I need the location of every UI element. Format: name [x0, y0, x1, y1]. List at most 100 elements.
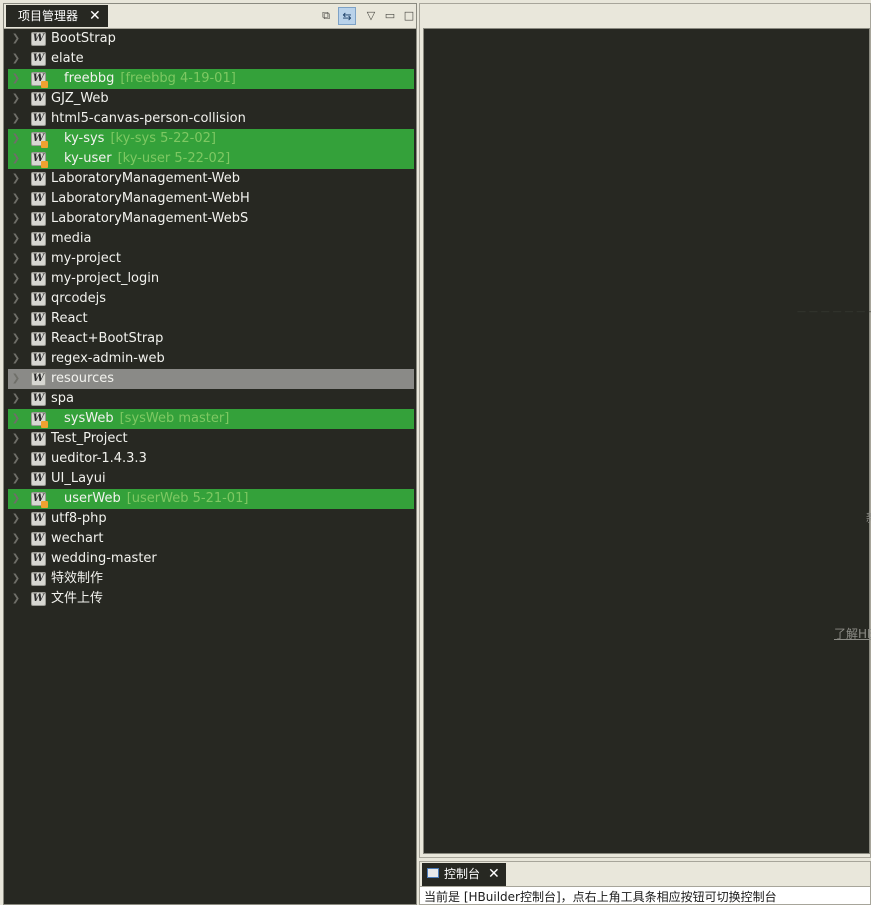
web-project-icon: W — [31, 412, 48, 428]
chevron-right-icon[interactable]: ❯ — [11, 589, 21, 609]
chevron-right-icon[interactable]: ❯ — [11, 329, 21, 349]
web-project-icon: W — [31, 312, 46, 326]
learn-more-link[interactable]: 了解HB — [834, 625, 871, 642]
project-name: UI_Layui — [51, 471, 106, 486]
editor-area[interactable]: — — — — — — — — — 新 了解HB — [423, 28, 871, 854]
web-project-icon: W — [31, 232, 46, 246]
chevron-right-icon[interactable]: ❯ — [11, 509, 21, 529]
git-branch-label: [freebbg 4-19-01] — [120, 71, 236, 86]
collapse-all-icon[interactable]: ⧉ — [317, 7, 335, 25]
project-row[interactable]: ❯ W Test_Project — [8, 429, 414, 449]
chevron-right-icon[interactable]: ❯ — [11, 109, 21, 129]
tab-project-explorer[interactable]: 项目管理器 ✕ — [6, 5, 108, 27]
chevron-right-icon[interactable]: ❯ — [11, 469, 21, 489]
chevron-right-icon[interactable]: ❯ — [11, 129, 21, 149]
web-project-icon: W — [31, 592, 46, 606]
project-row[interactable]: ❯ Welate — [8, 49, 414, 69]
chevron-right-icon[interactable]: ❯ — [11, 569, 21, 589]
chevron-right-icon[interactable]: ❯ — [11, 149, 21, 169]
project-row[interactable]: ❯ W 文件上传 — [8, 589, 414, 609]
chevron-right-icon[interactable]: ❯ — [11, 529, 21, 549]
project-row[interactable]: ❯ W 特效制作 — [8, 569, 414, 589]
minimize-icon[interactable]: ▭ — [381, 7, 399, 25]
project-row[interactable]: ❯ Wueditor-1.4.3.3 — [8, 449, 414, 469]
project-label: ueditor-1.4.3.3 — [51, 449, 147, 469]
project-row[interactable]: ❯ W LaboratoryManagement-WebH — [8, 189, 414, 209]
project-label: BootStrap — [51, 29, 116, 49]
chevron-right-icon[interactable]: ❯ — [11, 209, 21, 229]
chevron-right-icon[interactable]: ❯ — [11, 429, 21, 449]
web-project-icon: W — [31, 292, 46, 306]
project-row[interactable]: ❯ W UI_Layui — [8, 469, 414, 489]
git-branch-label: [ky-sys 5-22-02] — [110, 131, 216, 146]
chevron-right-icon[interactable]: ❯ — [11, 349, 21, 369]
project-name: LaboratoryManagement-Web — [51, 171, 240, 186]
chevron-right-icon[interactable]: ❯ — [11, 289, 21, 309]
project-row[interactable]: ❯ Wqrcodejs — [8, 289, 414, 309]
project-name: resources — [51, 371, 115, 386]
web-project-icon: W — [31, 212, 46, 226]
close-icon[interactable]: ✕ — [488, 863, 500, 885]
project-row[interactable]: ❯ W React+BootStrap — [8, 329, 414, 349]
chevron-right-icon[interactable]: ❯ — [11, 169, 21, 189]
git-badge-icon — [41, 421, 48, 428]
project-name: 文件上传 — [51, 591, 104, 606]
web-project-icon: W — [31, 272, 46, 286]
chevron-right-icon[interactable]: ❯ — [11, 369, 21, 389]
console-icon — [427, 868, 439, 878]
chevron-right-icon[interactable]: ❯ — [11, 409, 21, 429]
project-row[interactable]: ❯ W GJZ_Web — [8, 89, 414, 109]
project-name: 特效制作 — [51, 571, 104, 586]
chevron-right-icon[interactable]: ❯ — [11, 69, 21, 89]
git-badge-icon — [41, 501, 48, 508]
project-row[interactable]: ❯ Wmedia — [8, 229, 414, 249]
tab-console[interactable]: 控制台 ✕ — [422, 863, 506, 886]
web-project-icon: W — [31, 152, 48, 168]
project-row[interactable]: ❯ Wky-sys [ky-sys 5-22-02] — [8, 129, 414, 149]
project-row[interactable]: ❯ W LaboratoryManagement-WebS — [8, 209, 414, 229]
project-row[interactable]: ❯ W LaboratoryManagement-Web — [8, 169, 414, 189]
web-project-icon: W — [31, 512, 46, 526]
project-row[interactable]: ❯ Wspa — [8, 389, 414, 409]
chevron-right-icon[interactable]: ❯ — [11, 489, 21, 509]
chevron-right-icon[interactable]: ❯ — [11, 189, 21, 209]
project-row[interactable]: ❯ Wfreebbg [freebbg 4-19-01] — [8, 69, 414, 89]
project-name: media — [51, 231, 92, 246]
chevron-right-icon[interactable]: ❯ — [11, 389, 21, 409]
project-row[interactable]: ❯ Wwechart — [8, 529, 414, 549]
view-menu-icon[interactable]: ▽ — [362, 7, 380, 25]
editor-frame: — — — — — — — — — 新 了解HB — [419, 3, 871, 858]
chevron-right-icon[interactable]: ❯ — [11, 29, 21, 49]
console-message: 当前是 [HBuilder控制台]，点右上角工具条相应按钮可切换控制台 — [424, 890, 777, 904]
explorer-header: 项目管理器 ✕ ⧉ ⇆ ▽ ▭ □ — [4, 4, 416, 29]
chevron-right-icon[interactable]: ❯ — [11, 249, 21, 269]
link-with-editor-icon[interactable]: ⇆ — [338, 7, 356, 25]
chevron-right-icon[interactable]: ❯ — [11, 549, 21, 569]
project-row[interactable]: ❯ Wwedding-master — [8, 549, 414, 569]
project-row[interactable]: ❯ Wregex-admin-web — [8, 349, 414, 369]
project-label: React — [51, 309, 88, 329]
project-name: spa — [51, 391, 74, 406]
project-row[interactable]: ❯ Wutf8-php — [8, 509, 414, 529]
project-row[interactable]: ❯ WuserWeb [userWeb 5-21-01] — [8, 489, 414, 509]
chevron-right-icon[interactable]: ❯ — [11, 309, 21, 329]
chevron-right-icon[interactable]: ❯ — [11, 89, 21, 109]
project-row[interactable]: ❯ Wmy-project_login — [8, 269, 414, 289]
web-project-icon: W — [31, 552, 46, 566]
maximize-icon[interactable]: □ — [400, 7, 418, 25]
editor-faint-text: — — — — — — — — — — [797, 307, 871, 317]
close-icon[interactable]: ✕ — [89, 5, 101, 27]
project-label: media — [51, 229, 92, 249]
project-row[interactable]: ❯ Wky-user [ky-user 5-22-02] — [8, 149, 414, 169]
project-row[interactable]: ❯ W React — [8, 309, 414, 329]
chevron-right-icon[interactable]: ❯ — [11, 49, 21, 69]
chevron-right-icon[interactable]: ❯ — [11, 449, 21, 469]
project-row[interactable]: ❯ Wmy-project — [8, 249, 414, 269]
project-row[interactable]: ❯ WsysWeb [sysWeb master] — [8, 409, 414, 429]
project-row[interactable]: ❯ W BootStrap — [8, 29, 414, 49]
project-label: utf8-php — [51, 509, 107, 529]
project-row[interactable]: ❯ Wresources — [8, 369, 414, 389]
chevron-right-icon[interactable]: ❯ — [11, 229, 21, 249]
project-row[interactable]: ❯ Whtml5-canvas-person-collision — [8, 109, 414, 129]
chevron-right-icon[interactable]: ❯ — [11, 269, 21, 289]
